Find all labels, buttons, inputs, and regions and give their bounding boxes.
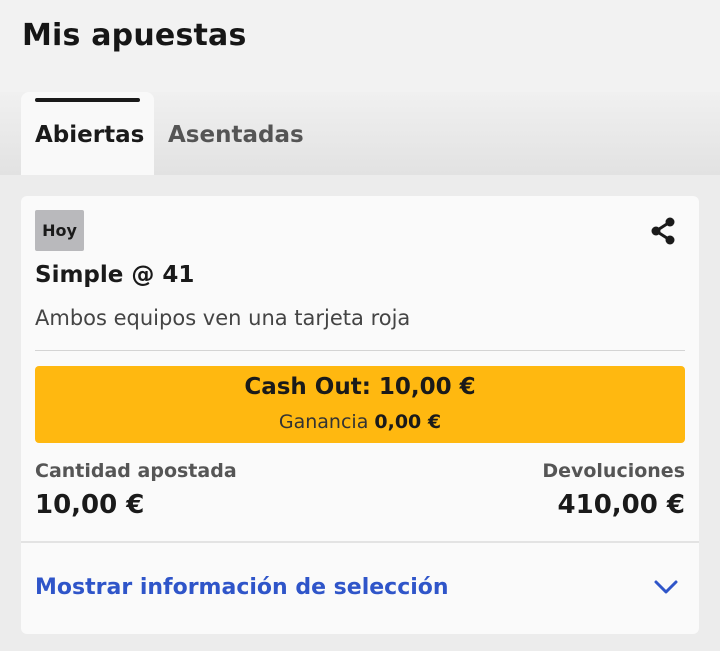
active-tab-indicator — [35, 98, 140, 102]
bet-card: Hoy Simple @ 41 Ambos equipos ven una ta… — [21, 196, 699, 634]
divider — [35, 350, 685, 351]
show-selection-info-link[interactable]: Mostrar información de selección — [35, 575, 449, 600]
date-badge: Hoy — [35, 210, 84, 251]
tabs-bar: Abiertas Asentadas — [0, 92, 720, 175]
bet-type: Simple @ 41 — [35, 262, 195, 288]
returns-value: 410,00 € — [557, 490, 685, 520]
profit-label: Ganancia — [278, 411, 369, 433]
cashout-amount: Cash Out: 10,00 € — [244, 374, 476, 400]
chevron-down-icon[interactable] — [653, 578, 679, 596]
tab-label: Asentadas — [168, 122, 304, 148]
cashout-profit: Ganancia 0,00 € — [35, 411, 685, 433]
page-title: Mis apuestas — [22, 18, 247, 53]
cashout-button[interactable]: Cash Out: 10,00 € Ganancia 0,00 € — [35, 366, 685, 443]
tab-asentadas[interactable]: Asentadas — [168, 92, 304, 175]
tab-abiertas[interactable]: Abiertas — [21, 92, 154, 175]
stake-value: 10,00 € — [35, 490, 145, 520]
share-icon[interactable] — [650, 217, 676, 245]
divider — [21, 541, 699, 543]
returns-label: Devoluciones — [542, 460, 685, 482]
profit-value: 0,00 € — [374, 411, 442, 433]
header: Mis apuestas — [0, 0, 720, 92]
bet-selection: Ambos equipos ven una tarjeta roja — [35, 306, 411, 330]
stake-label: Cantidad apostada — [35, 460, 237, 482]
tab-label: Abiertas — [35, 122, 145, 148]
